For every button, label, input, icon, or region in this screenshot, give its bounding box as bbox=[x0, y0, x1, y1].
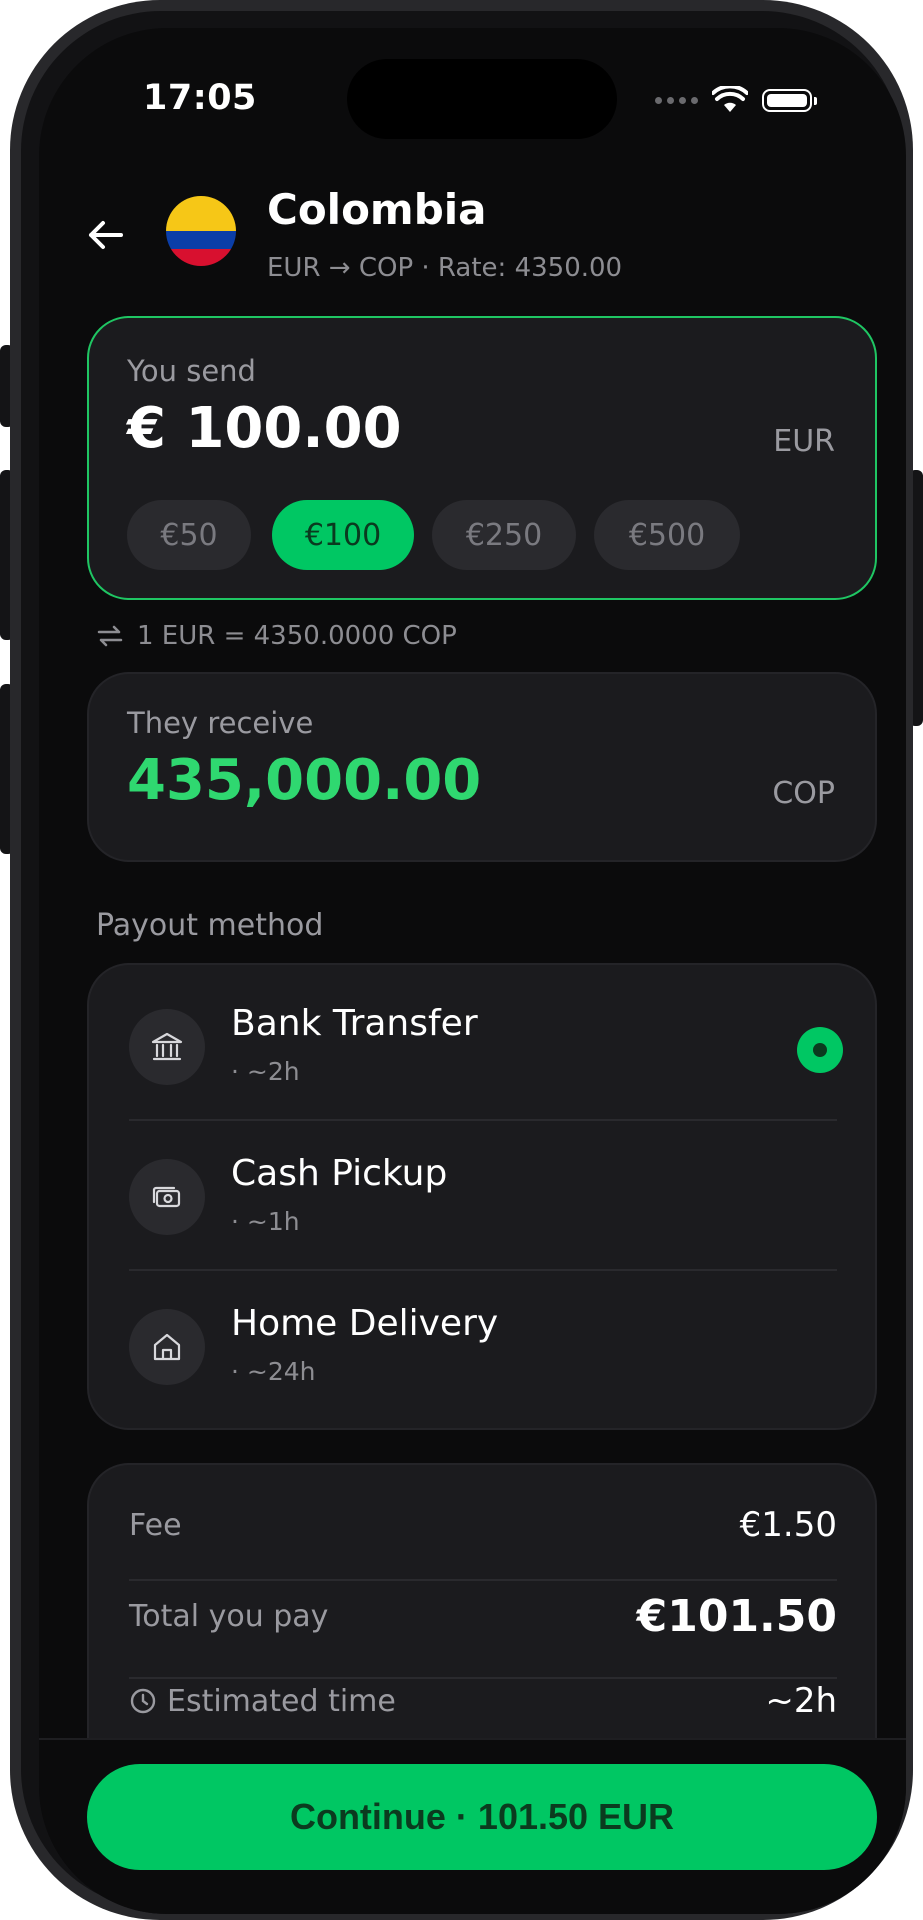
divider bbox=[129, 1579, 837, 1581]
payout-option-home-delivery[interactable]: Home Delivery · ~24h bbox=[89, 1265, 879, 1415]
status-time: 17:05 bbox=[143, 78, 257, 118]
rate-subtitle: EUR → COP · Rate: 4350.00 bbox=[267, 253, 623, 283]
estimated-time-value: ~2h bbox=[765, 1681, 837, 1721]
clock-icon bbox=[130, 1688, 156, 1714]
device-frame: 17:05 Colombia EUR → COP · Rate: 4350.00… bbox=[10, 0, 913, 1920]
estimated-time-label-group: Estimated time bbox=[129, 1684, 396, 1719]
swap-arrows-icon bbox=[97, 625, 123, 647]
total-label: Total you pay bbox=[129, 1599, 329, 1634]
payout-option-eta: · ~2h bbox=[231, 1057, 300, 1086]
battery-icon bbox=[762, 88, 817, 112]
exchange-rate-line: 1 EUR = 4350.0000 COP bbox=[97, 621, 457, 651]
divider bbox=[129, 1677, 837, 1679]
device-bezel: 17:05 Colombia EUR → COP · Rate: 4350.00… bbox=[21, 11, 906, 1914]
country-title: Colombia bbox=[267, 185, 487, 234]
payout-option-eta: · ~1h bbox=[231, 1207, 300, 1236]
total-value: €101.50 bbox=[636, 1591, 837, 1642]
payout-method-title: Payout method bbox=[96, 908, 324, 943]
receive-amount-card: They receive 435,000.00 COP bbox=[87, 672, 877, 862]
dynamic-island bbox=[347, 59, 617, 139]
selected-radio[interactable] bbox=[797, 1027, 843, 1073]
estimated-time-row: Estimated time ~2h bbox=[129, 1681, 837, 1721]
payout-option-eta: · ~24h bbox=[231, 1357, 316, 1386]
send-label: You send bbox=[127, 354, 256, 388]
fee-label: Fee bbox=[129, 1507, 182, 1543]
preset-chip-500[interactable]: €500 bbox=[594, 500, 740, 570]
home-icon bbox=[129, 1309, 205, 1385]
receive-currency: COP bbox=[772, 776, 835, 811]
cash-icon bbox=[129, 1159, 205, 1235]
cellular-signal-icon bbox=[655, 96, 698, 104]
back-arrow-icon[interactable] bbox=[83, 213, 127, 257]
bank-icon bbox=[129, 1009, 205, 1085]
payout-method-list: Bank Transfer · ~2h Cash Pickup · ~1h Ho… bbox=[87, 963, 877, 1430]
estimated-time-label: Estimated time bbox=[167, 1683, 396, 1719]
preset-chip-250[interactable]: €250 bbox=[432, 500, 576, 570]
receive-label: They receive bbox=[127, 706, 314, 740]
continue-button[interactable]: Continue · 101.50 EUR bbox=[87, 1764, 877, 1870]
total-row: Total you pay €101.50 bbox=[129, 1591, 837, 1642]
receive-amount: 435,000.00 bbox=[127, 748, 482, 813]
fee-value: €1.50 bbox=[739, 1505, 837, 1545]
preset-chip-50[interactable]: €50 bbox=[127, 500, 251, 570]
status-icons bbox=[655, 86, 817, 114]
payout-option-bank-transfer[interactable]: Bank Transfer · ~2h bbox=[89, 965, 879, 1115]
payout-option-name: Bank Transfer bbox=[231, 1003, 478, 1044]
send-amount-input[interactable]: € 100.00 bbox=[127, 396, 402, 461]
colombia-flag-icon bbox=[166, 196, 236, 266]
screen: 17:05 Colombia EUR → COP · Rate: 4350.00… bbox=[39, 28, 906, 1914]
send-currency: EUR bbox=[773, 424, 835, 459]
exchange-rate-text: 1 EUR = 4350.0000 COP bbox=[137, 621, 457, 651]
send-amount-card[interactable]: You send € 100.00 EUR €50 €100 €250 €500 bbox=[87, 316, 877, 600]
payout-option-name: Home Delivery bbox=[231, 1303, 499, 1344]
payout-option-cash-pickup[interactable]: Cash Pickup · ~1h bbox=[89, 1115, 879, 1265]
preset-chip-100[interactable]: €100 bbox=[272, 500, 414, 570]
wifi-icon bbox=[712, 86, 748, 112]
fee-row: Fee €1.50 bbox=[129, 1505, 837, 1545]
payout-option-name: Cash Pickup bbox=[231, 1153, 448, 1194]
